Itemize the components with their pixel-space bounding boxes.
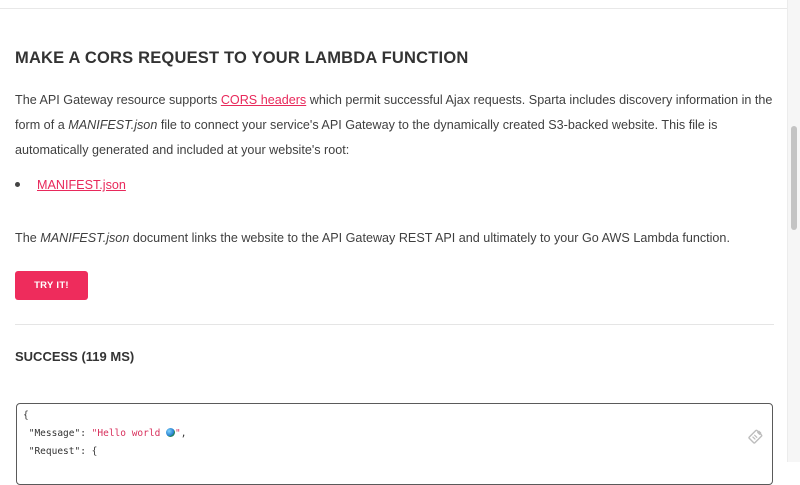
- top-border: [0, 0, 788, 9]
- manifest-filename-outro: MANIFEST.json: [40, 231, 130, 245]
- code-separator: :: [80, 428, 92, 439]
- globe-emoji-icon: [166, 428, 176, 437]
- result-heading: SUCCESS (119 MS): [15, 349, 135, 364]
- manifest-filename: MANIFEST.json: [68, 118, 158, 132]
- manifest-list: MANIFEST.json: [15, 178, 126, 192]
- code-open-brace: {: [23, 410, 29, 421]
- section-heading: MAKE A CORS REQUEST TO YOUR LAMBDA FUNCT…: [15, 49, 469, 67]
- cors-headers-link[interactable]: CORS headers: [221, 93, 306, 107]
- scrollbar-thumb[interactable]: [791, 126, 797, 230]
- code-request-open: : {: [80, 446, 98, 457]
- code-line-3: "Request": {: [23, 446, 98, 457]
- code-value-message: "Hello world ": [92, 428, 181, 439]
- try-it-button[interactable]: TRY IT!: [15, 271, 88, 300]
- outro-paragraph: The MANIFEST.json document links the web…: [15, 226, 775, 251]
- code-key-request: "Request": [28, 446, 81, 457]
- intro-paragraph: The API Gateway resource supports CORS h…: [15, 88, 775, 163]
- code-line-2: "Message": "Hello world ",: [23, 428, 187, 439]
- list-item: MANIFEST.json: [15, 178, 126, 192]
- outro-text-prefix: The: [15, 231, 41, 245]
- divider: [15, 324, 774, 325]
- clipboard-copy-icon[interactable]: [746, 428, 764, 446]
- outro-text: document links the website to the API Ga…: [129, 231, 730, 245]
- manifest-json-link[interactable]: MANIFEST.json: [37, 178, 126, 192]
- intro-text-1: The API Gateway resource supports: [15, 93, 221, 107]
- vertical-scrollbar[interactable]: [787, 0, 800, 462]
- code-line-1: {: [23, 410, 29, 421]
- bullet-icon: [15, 182, 20, 188]
- code-value-text: "Hello world: [91, 428, 167, 439]
- code-comma: ,: [180, 428, 187, 439]
- response-code-block[interactable]: { "Message": "Hello world ", "Request": …: [16, 403, 773, 485]
- code-key-message: "Message": [28, 428, 81, 439]
